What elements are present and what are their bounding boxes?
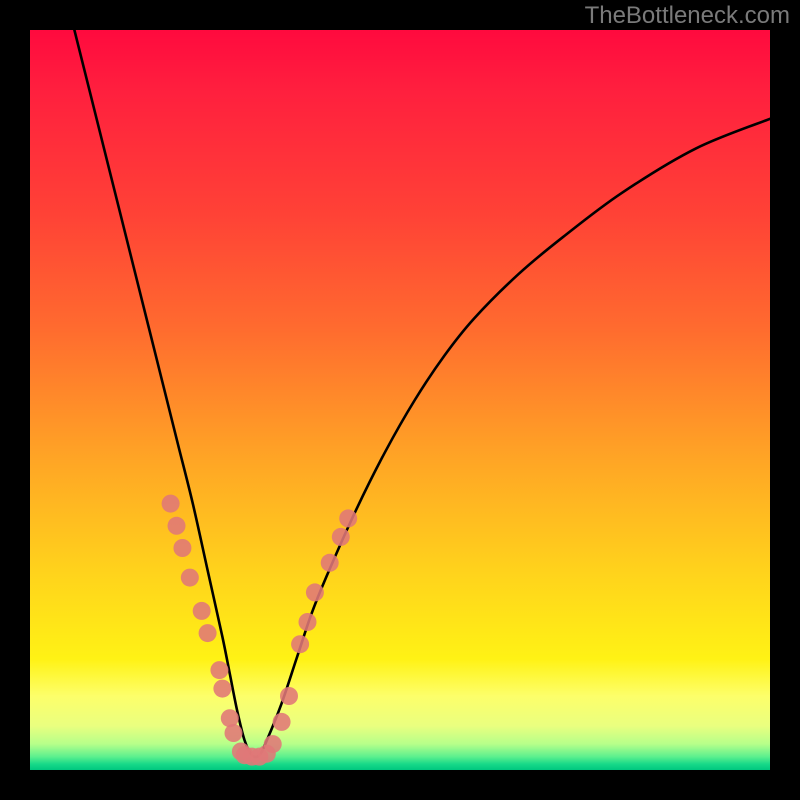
marker-dot <box>168 517 186 535</box>
marker-dot <box>210 661 228 679</box>
marker-dot <box>332 528 350 546</box>
watermark-text: TheBottleneck.com <box>585 2 790 30</box>
marker-dot <box>264 735 282 753</box>
marker-dot <box>193 602 211 620</box>
chart-frame: TheBottleneck.com <box>0 0 800 800</box>
plot-area <box>30 30 770 770</box>
bottleneck-curve <box>74 30 770 757</box>
marker-dot <box>173 539 191 557</box>
marker-dot <box>213 680 231 698</box>
marker-dots <box>162 495 358 766</box>
marker-dot <box>291 635 309 653</box>
marker-dot <box>162 495 180 513</box>
marker-dot <box>199 624 217 642</box>
marker-dot <box>339 509 357 527</box>
marker-dot <box>225 724 243 742</box>
curve-svg <box>30 30 770 770</box>
marker-dot <box>280 687 298 705</box>
marker-dot <box>321 554 339 572</box>
marker-dot <box>181 569 199 587</box>
marker-dot <box>273 713 291 731</box>
marker-dot <box>299 613 317 631</box>
marker-dot <box>306 583 324 601</box>
